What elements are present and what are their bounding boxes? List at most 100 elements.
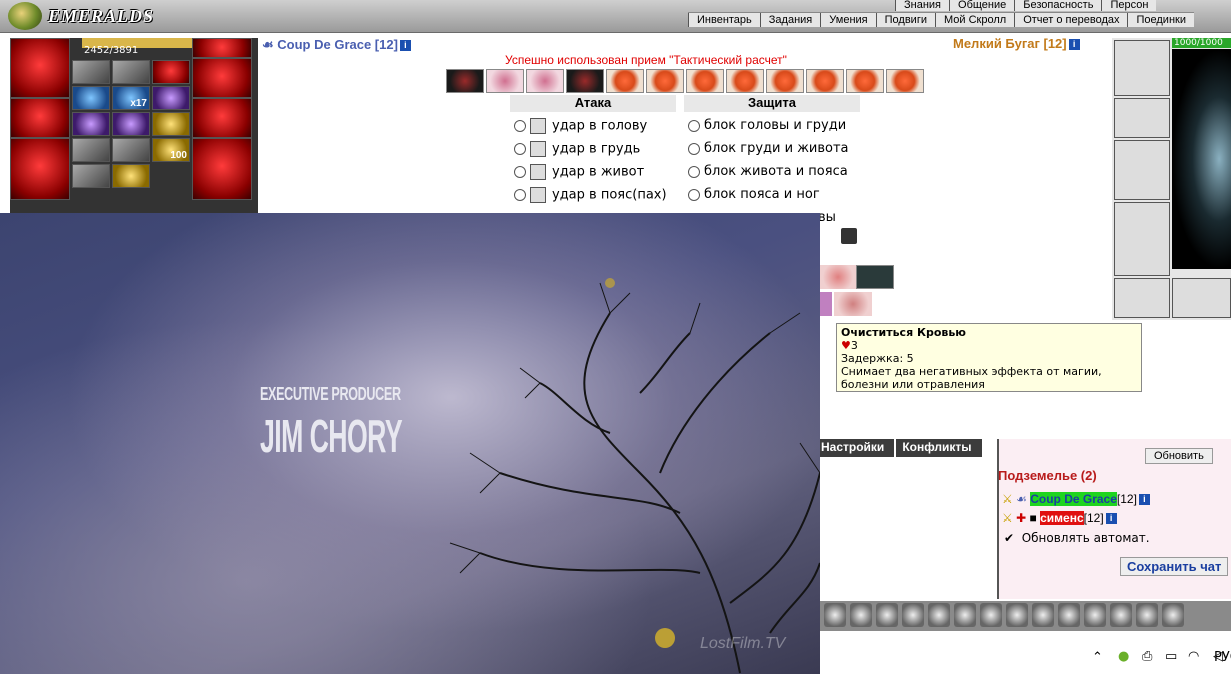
radio-button[interactable]: [688, 119, 700, 132]
tab-conflicts[interactable]: Конфликты: [896, 439, 982, 457]
printer-icon[interactable]: ⎙: [1142, 649, 1152, 664]
logo-text[interactable]: EMERALDS: [48, 6, 154, 27]
sword-slot-icon[interactable]: [1114, 140, 1170, 200]
heart-technique-icon[interactable]: [766, 69, 804, 93]
sword-icon[interactable]: [192, 38, 252, 58]
checkbox-checked-icon[interactable]: ✔: [1004, 531, 1014, 545]
heart-technique-icon[interactable]: [646, 69, 684, 93]
app-tray-icon[interactable]: ●: [1118, 649, 1129, 664]
heart-technique-icon[interactable]: [726, 69, 764, 93]
defense-option-head-chest[interactable]: блок головы и груди: [688, 118, 846, 133]
heart-technique-icon[interactable]: [886, 69, 924, 93]
radio-button[interactable]: [688, 188, 700, 201]
player-right-name[interactable]: Мелкий Бугаг [12]: [953, 36, 1067, 51]
menu-knowledge[interactable]: Знания: [895, 0, 949, 11]
cross-item-icon[interactable]: [112, 60, 150, 84]
item-icon[interactable]: [152, 60, 190, 84]
menu-character[interactable]: Персон: [1101, 0, 1156, 11]
technique-icon[interactable]: [834, 292, 872, 316]
info-icon[interactable]: i: [399, 40, 411, 52]
online-user-name[interactable]: Coup De Grace: [1030, 492, 1117, 506]
toolbar-icon[interactable]: [1136, 603, 1158, 627]
toolbar-icon[interactable]: [1084, 603, 1106, 627]
radio-button[interactable]: [688, 165, 700, 178]
helmet-slot-icon[interactable]: [10, 38, 70, 98]
wifi-icon[interactable]: ◠: [1188, 649, 1199, 664]
save-chat-button[interactable]: Сохранить чат: [1120, 557, 1229, 576]
armor-slot-icon[interactable]: [10, 98, 70, 138]
language-indicator[interactable]: РУС: [1214, 650, 1231, 665]
wing-rune-icon[interactable]: [72, 112, 110, 136]
smiley-icon[interactable]: [850, 603, 872, 627]
menu-quests[interactable]: Задания: [759, 13, 820, 27]
toolbar-icon[interactable]: [1032, 603, 1054, 627]
refresh-round-icon[interactable]: [841, 228, 857, 244]
potion-stack-icon[interactable]: x17: [112, 86, 150, 110]
menu-security[interactable]: Безопасность: [1014, 0, 1101, 11]
toolbar-icon[interactable]: [1006, 603, 1028, 627]
toolbar-icon[interactable]: [928, 603, 950, 627]
defense-option-belt-legs[interactable]: блок пояса и ног: [688, 187, 820, 202]
toolbar-icon[interactable]: [1162, 603, 1184, 627]
fight-swords-icon[interactable]: ⚔: [1002, 511, 1013, 525]
player-name-left[interactable]: ☙ Coup De Grace [12] i: [262, 37, 411, 53]
spear-slot-icon[interactable]: [192, 138, 252, 200]
chevron-up-icon[interactable]: ⌃: [1092, 650, 1103, 665]
toolbar-icon[interactable]: [1110, 603, 1132, 627]
helmet-icon[interactable]: [876, 603, 898, 627]
info-icon[interactable]: i: [1138, 494, 1150, 506]
menu-inventory[interactable]: Инвентарь: [688, 13, 760, 27]
frost-rune-icon[interactable]: [72, 86, 110, 110]
technique-icon[interactable]: [526, 69, 564, 93]
wings-technique-icon[interactable]: [856, 265, 894, 289]
fight-swords-icon[interactable]: ⚔: [1002, 492, 1013, 506]
video-player-overlay[interactable]: EXECUTIVE PRODUCER JIM CHORY LostFilm.TV: [0, 213, 820, 674]
gem-icon[interactable]: [112, 164, 150, 188]
menu-skills[interactable]: Умения: [820, 13, 875, 27]
defense-option-belly-belt[interactable]: блок живота и пояса: [688, 164, 848, 179]
attack-option-groin[interactable]: удар в пояс(пах): [514, 187, 667, 203]
heart-technique-icon[interactable]: [686, 69, 724, 93]
heart-technique-icon[interactable]: [846, 69, 884, 93]
radio-button[interactable]: [688, 142, 700, 155]
menu-transfer-report[interactable]: Отчет о переводах: [1014, 13, 1127, 27]
radio-button[interactable]: [514, 189, 526, 201]
checkbox-icon[interactable]: [530, 164, 546, 180]
online-user-name[interactable]: сименс: [1040, 511, 1084, 525]
menu-achievements[interactable]: Подвиги: [875, 13, 935, 27]
emerald-logo-icon[interactable]: [8, 2, 42, 30]
auto-refresh-option[interactable]: ✔ Обновлять автомат.: [1004, 531, 1150, 545]
weapon-slot-icon[interactable]: [10, 138, 70, 200]
music-icon[interactable]: [824, 603, 846, 627]
player-name-right[interactable]: Мелкий Бугаг [12] i: [953, 36, 1080, 51]
belt-slot-icon[interactable]: [192, 98, 252, 138]
checkbox-icon[interactable]: [530, 187, 546, 203]
technique-icon[interactable]: [820, 292, 832, 316]
player-left-name[interactable]: Coup De Grace [12]: [277, 37, 398, 52]
toolbar-icon[interactable]: [954, 603, 976, 627]
armor-icon[interactable]: [1114, 202, 1170, 276]
toolbar-icon[interactable]: [902, 603, 924, 627]
helmet-icon[interactable]: [1114, 40, 1170, 96]
battery-icon[interactable]: ▭: [1165, 649, 1177, 664]
attack-option-chest[interactable]: удар в грудь: [514, 141, 640, 157]
coin-stack-icon[interactable]: 100: [152, 138, 190, 162]
checkbox-icon[interactable]: [530, 118, 546, 134]
checkbox-icon[interactable]: [530, 141, 546, 157]
gauntlet-icon[interactable]: [72, 164, 110, 188]
technique-icon[interactable]: [566, 69, 604, 93]
info-icon[interactable]: i: [1105, 513, 1117, 525]
gloves-slot-icon[interactable]: [192, 58, 252, 98]
radio-button[interactable]: [514, 120, 526, 132]
gold-rune-icon[interactable]: [152, 112, 190, 136]
heart-technique-icon[interactable]: [606, 69, 644, 93]
ring-icon[interactable]: [72, 138, 110, 162]
magic-rune-icon[interactable]: [112, 112, 150, 136]
refresh-button[interactable]: Обновить: [1145, 448, 1213, 464]
heart-technique-icon[interactable]: [806, 69, 844, 93]
menu-communication[interactable]: Общение: [949, 0, 1014, 11]
attack-option-belly[interactable]: удар в живот: [514, 164, 644, 180]
globe-icon[interactable]: [1058, 603, 1080, 627]
bracers-icon[interactable]: [1114, 98, 1170, 138]
technique-icon[interactable]: [820, 265, 856, 289]
